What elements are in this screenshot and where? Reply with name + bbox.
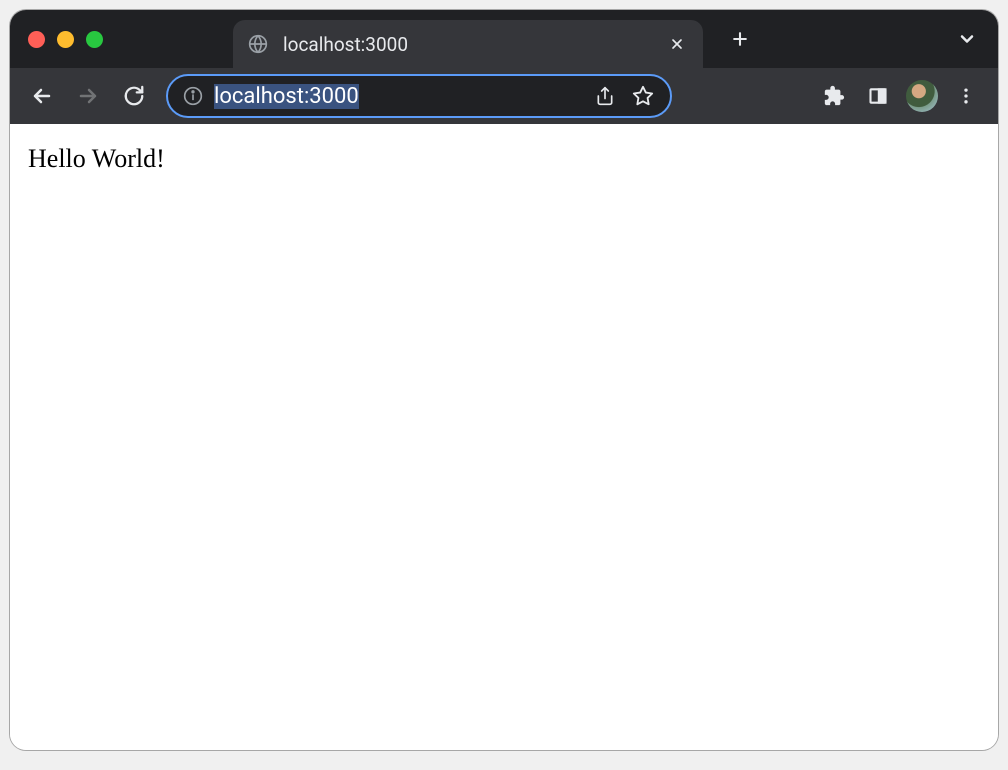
forward-button[interactable] [68, 76, 108, 116]
page-content: Hello World! [10, 124, 998, 750]
back-button[interactable] [22, 76, 62, 116]
extensions-button[interactable] [814, 76, 854, 116]
tab-title: localhost:3000 [283, 33, 665, 56]
browser-tab[interactable]: localhost:3000 [233, 20, 703, 68]
site-info-icon[interactable] [180, 83, 206, 109]
toolbar: localhost:3000 [10, 68, 998, 124]
tab-actions [725, 24, 982, 54]
side-panel-button[interactable] [858, 76, 898, 116]
address-bar[interactable]: localhost:3000 [166, 74, 672, 118]
new-tab-button[interactable] [725, 24, 755, 54]
more-menu-button[interactable] [946, 76, 986, 116]
bookmark-icon[interactable] [628, 81, 658, 111]
profile-avatar[interactable] [906, 80, 938, 112]
share-icon[interactable] [590, 81, 620, 111]
window-close-button[interactable] [28, 31, 45, 48]
window-minimize-button[interactable] [57, 31, 74, 48]
tab-bar: localhost:3000 [10, 10, 998, 68]
globe-icon [247, 33, 269, 55]
url-input[interactable]: localhost:3000 [214, 84, 582, 109]
toolbar-right [814, 76, 986, 116]
close-tab-button[interactable] [665, 32, 689, 56]
browser-window: localhost:3000 [10, 10, 998, 750]
window-maximize-button[interactable] [86, 31, 103, 48]
page-body-text: Hello World! [28, 144, 980, 174]
reload-button[interactable] [114, 76, 154, 116]
tabs-dropdown-button[interactable] [952, 24, 982, 54]
window-controls [28, 31, 103, 48]
